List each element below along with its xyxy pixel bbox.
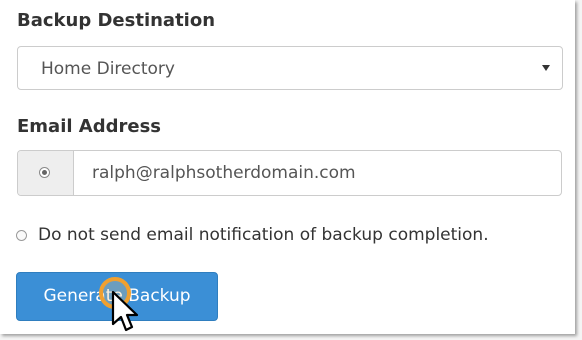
no-notification-label[interactable]: Do not send email notification of backup… [38, 224, 489, 246]
email-address-label: Email Address [17, 116, 162, 137]
no-notification-radio[interactable] [16, 230, 27, 241]
email-radio-button[interactable] [39, 167, 50, 178]
backup-destination-label: Backup Destination [17, 10, 216, 31]
backup-form-panel: Backup Destination Home Directory Email … [0, 0, 575, 334]
email-input-group: ralph@ralphsotherdomain.com [17, 150, 562, 196]
generate-backup-button[interactable]: Generate Backup [16, 272, 218, 321]
email-radio-addon[interactable] [18, 151, 74, 195]
backup-destination-selected-value: Home Directory [41, 59, 175, 79]
email-field[interactable]: ralph@ralphsotherdomain.com [92, 162, 356, 184]
caret-down-icon [542, 65, 550, 71]
backup-destination-select[interactable]: Home Directory [17, 46, 563, 90]
